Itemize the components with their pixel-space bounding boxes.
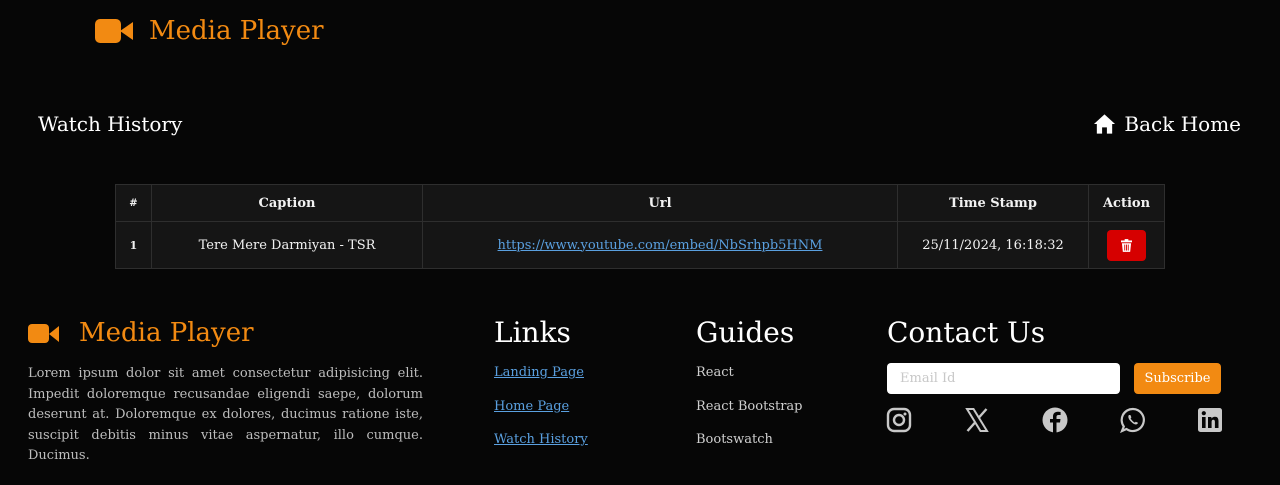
page-title: Watch History bbox=[38, 112, 183, 136]
link-watch-history[interactable]: Watch History bbox=[494, 432, 588, 447]
footer-guides: React React Bootstrap Bootswatch bbox=[696, 365, 802, 466]
links-heading: Links bbox=[494, 316, 571, 349]
guide-bootswatch[interactable]: Bootswatch bbox=[696, 432, 802, 466]
whatsapp-icon[interactable] bbox=[1120, 407, 1146, 433]
subscribe-button[interactable]: Subscribe bbox=[1134, 363, 1221, 394]
email-input[interactable] bbox=[887, 363, 1120, 394]
back-home-label: Back Home bbox=[1124, 112, 1241, 136]
column-header-caption: Caption bbox=[151, 184, 423, 222]
watch-history-table: # Caption Url Time Stamp Action 1 Tere M… bbox=[115, 184, 1165, 269]
table-row: 1 Tere Mere Darmiyan - TSR https://www.y… bbox=[115, 221, 1165, 269]
video-camera-icon bbox=[28, 323, 59, 343]
footer-brand: Media Player bbox=[28, 318, 254, 348]
footer-brand-title: Media Player bbox=[79, 318, 254, 348]
column-header-action: Action bbox=[1088, 184, 1165, 222]
row-caption: Tere Mere Darmiyan - TSR bbox=[151, 221, 423, 269]
column-header-url: Url bbox=[422, 184, 898, 222]
row-index: 1 bbox=[115, 221, 152, 269]
contact-heading: Contact Us bbox=[887, 316, 1046, 349]
row-url-cell: https://www.youtube.com/embed/NbSrhpb5HN… bbox=[422, 221, 898, 269]
table-header-row: # Caption Url Time Stamp Action bbox=[115, 184, 1165, 222]
home-icon bbox=[1093, 113, 1116, 135]
column-header-timestamp: Time Stamp bbox=[897, 184, 1089, 222]
instagram-icon[interactable] bbox=[886, 407, 912, 433]
delete-button[interactable] bbox=[1107, 229, 1146, 261]
linkedin-icon[interactable] bbox=[1197, 407, 1223, 433]
trash-icon bbox=[1121, 238, 1132, 252]
back-home-link[interactable]: Back Home bbox=[1093, 112, 1241, 136]
row-action-cell bbox=[1088, 221, 1165, 269]
link-landing-page[interactable]: Landing Page bbox=[494, 365, 584, 380]
guide-react-bootstrap[interactable]: React Bootstrap bbox=[696, 399, 802, 433]
x-icon[interactable] bbox=[964, 407, 990, 433]
facebook-icon[interactable] bbox=[1042, 407, 1068, 433]
brand-title: Media Player bbox=[149, 16, 324, 46]
video-camera-icon bbox=[95, 19, 133, 43]
column-header-index: # bbox=[115, 184, 152, 222]
guides-heading: Guides bbox=[696, 316, 795, 349]
header-brand[interactable]: Media Player bbox=[95, 16, 324, 46]
footer-links: Landing Page Home Page Watch History bbox=[494, 365, 588, 466]
row-timestamp: 25/11/2024, 16:18:32 bbox=[897, 221, 1089, 269]
page: Media Player Watch History Back Home # C… bbox=[0, 0, 1280, 485]
guide-react[interactable]: React bbox=[696, 365, 802, 399]
footer-description: Lorem ipsum dolor sit amet consectetur a… bbox=[28, 366, 423, 463]
row-url-link[interactable]: https://www.youtube.com/embed/NbSrhpb5HN… bbox=[498, 238, 823, 253]
link-home-page[interactable]: Home Page bbox=[494, 399, 569, 414]
